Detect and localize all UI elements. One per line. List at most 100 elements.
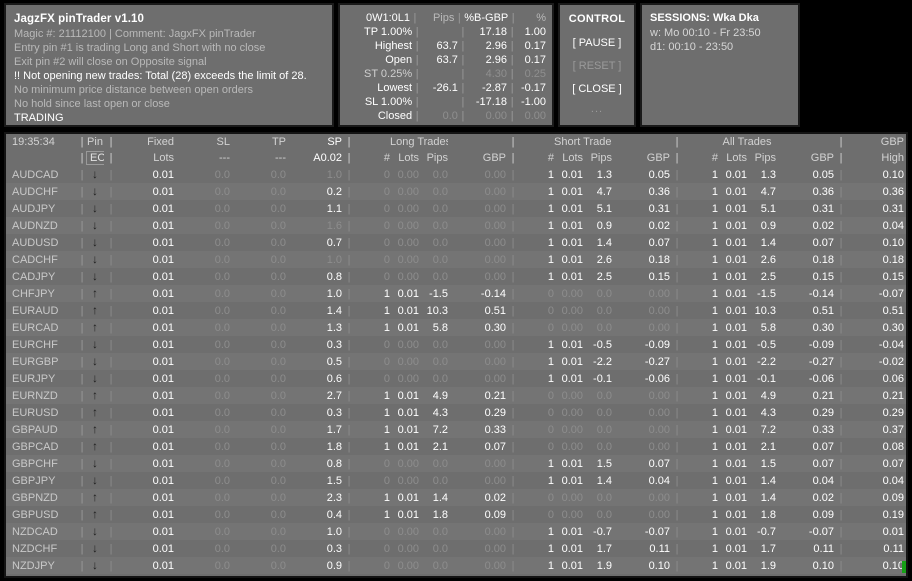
- arrow-up-icon[interactable]: ↑: [86, 404, 104, 421]
- short-count: 1: [547, 355, 554, 368]
- column-separator: |: [675, 525, 679, 538]
- arrow-down-icon[interactable]: ↓: [86, 251, 104, 268]
- table-row[interactable]: AUDNZD | ↓ | 0.01 0.0 0.0 1.6 | 0 0.00 0.0 0.00 | 1 0.0…: [6, 217, 906, 234]
- gbp-high: 0.06: [882, 372, 904, 385]
- short-gbp: 0.18: [648, 253, 670, 266]
- arrow-down-icon[interactable]: ↓: [86, 336, 104, 353]
- sessions-title: SESSIONS: Wka Dka: [650, 12, 759, 24]
- gbp-low: -0.21: [904, 421, 906, 438]
- table-row[interactable]: AUDCAD | ↓ | 0.01 0.0 0.0 1.0 | 0 0.00 0.0 0.00 | 1 0.0…: [6, 166, 906, 183]
- stop-loss: 0.0: [214, 457, 230, 470]
- stats-sep: |: [415, 110, 419, 122]
- table-row[interactable]: AUDUSD | ↓ | 0.01 0.0 0.0 0.7 | 0 0.00 0.0 0.00 | 1 0.0…: [6, 234, 906, 251]
- arrow-up-icon[interactable]: ↑: [86, 285, 104, 302]
- column-separator: |: [839, 508, 843, 521]
- arrow-down-icon[interactable]: ↓: [86, 540, 104, 557]
- all-pips: 4.3: [760, 406, 776, 419]
- all-lots: 0.01: [725, 236, 747, 249]
- arrow-down-icon[interactable]: ↓: [86, 268, 104, 285]
- arrow-down-icon[interactable]: ↓: [86, 353, 104, 370]
- short-count: 1: [547, 338, 554, 351]
- gbp-high: 0.09: [882, 491, 904, 504]
- arrow-up-icon[interactable]: ↑: [86, 438, 104, 455]
- table-row[interactable]: EURNZD | ↑ | 0.01 0.0 0.0 2.7 | 1 0.01 4.9 0.21 | 0 0.0…: [6, 387, 906, 404]
- arrow-up-icon[interactable]: ↑: [86, 302, 104, 319]
- arrow-down-icon[interactable]: ↓: [86, 370, 104, 387]
- stop-loss: 0.0: [174, 574, 230, 576]
- short-gbp: 0.10: [648, 559, 670, 572]
- column-separator: |: [670, 574, 684, 576]
- arrow-up-icon[interactable]: ↑: [86, 421, 104, 438]
- column-separator: |: [347, 542, 351, 555]
- column-separator: |: [109, 508, 113, 521]
- arrow-down-icon[interactable]: ↓: [86, 557, 104, 574]
- short-lots: 0.01: [554, 574, 583, 576]
- column-separator: |: [109, 152, 113, 164]
- table-row[interactable]: AUDCHF | ↓ | 0.01 0.0 0.0 0.2 | 0 0.00 0.0 0.00 | 1 0.0…: [6, 183, 906, 200]
- column-separator: |: [347, 338, 351, 351]
- pause-button[interactable]: [ PAUSE ]: [564, 36, 630, 50]
- spread: 0.3: [326, 542, 342, 555]
- column-separator: |: [834, 574, 848, 576]
- column-separator: |: [839, 253, 843, 266]
- arrow-up-icon[interactable]: ↑: [86, 387, 104, 404]
- table-row[interactable]: EURJPY | ↓ | 0.01 0.0 0.0 0.6 | 0 0.00 0.0 0.00 | 1 0.0…: [6, 370, 906, 387]
- table-row[interactable]: NZDCAD | ↓ | 0.01 0.0 0.0 1.0 | 0 0.00 0.0 0.00 | 1 0.0…: [6, 523, 906, 540]
- arrow-down-icon[interactable]: ↓: [86, 234, 104, 251]
- symbol-label: EURGBP: [12, 355, 59, 368]
- table-row[interactable]: GBPCHF | ↓ | 0.01 0.0 0.0 0.8 | 0 0.00 0.0 0.00 | 1 0.0…: [6, 455, 906, 472]
- column-separator: |: [109, 474, 113, 487]
- arrow-down-icon[interactable]: ↓: [86, 574, 104, 576]
- short-lots: 0.01: [561, 559, 583, 572]
- table-row[interactable]: EURCHF | ↓ | 0.01 0.0 0.0 0.3 | 0 0.00 0.0 0.00 | 1 0.0…: [6, 336, 906, 353]
- more-options-button[interactable]: ...: [564, 103, 630, 115]
- fixed-lots: 0.01: [152, 542, 174, 555]
- table-row[interactable]: GBPAUD | ↑ | 0.01 0.0 0.0 1.7 | 1 0.01 7.2 0.33 | 0 0.0…: [6, 421, 906, 438]
- gbp-high: -0.04: [878, 338, 904, 351]
- control-title: CONTROL: [568, 13, 626, 25]
- symbol-label: NZDJPY: [12, 559, 55, 572]
- long-gbp: 0.00: [484, 559, 506, 572]
- long-pips: 2.1: [432, 440, 448, 453]
- arrow-up-icon[interactable]: ↑: [86, 319, 104, 336]
- arrow-down-icon[interactable]: ↓: [86, 166, 104, 183]
- arrow-up-icon[interactable]: ↑: [86, 489, 104, 506]
- take-profit: 0.0: [270, 253, 286, 266]
- table-row[interactable]: GBPJPY | ↓ | 0.01 0.0 0.0 1.5 | 0 0.00 0.0 0.00 | 1 0.0…: [6, 472, 906, 489]
- table-row[interactable]: NZDUSD|↓|0.010.00.00.7|00.000.00.00|10.0…: [6, 574, 906, 576]
- column-separator: |: [839, 152, 843, 164]
- table-row[interactable]: EURGBP | ↓ | 0.01 0.0 0.0 0.5 | 0 0.00 0.0 0.00 | 1 0.0…: [6, 353, 906, 370]
- arrow-down-icon[interactable]: ↓: [86, 523, 104, 540]
- table-row[interactable]: GBPNZD | ↑ | 0.01 0.0 0.0 2.3 | 1 0.01 1.4 0.02 | 0 0.0…: [6, 489, 906, 506]
- spread: 1.0: [326, 525, 342, 538]
- symbol-label: GBPUSD: [12, 508, 59, 521]
- table-row[interactable]: CHFJPY | ↑ | 0.01 0.0 0.0 1.0 | 1 0.01 -1.5 -0.14 | 0 0…: [6, 285, 906, 302]
- spread: 1.0: [326, 168, 342, 181]
- close-button[interactable]: [ CLOSE ]: [564, 82, 630, 96]
- table-row[interactable]: EURUSD | ↑ | 0.01 0.0 0.0 0.3 | 1 0.01 4.3 0.29 | 0 0.0…: [6, 404, 906, 421]
- table-row[interactable]: NZDCHF | ↓ | 0.01 0.0 0.0 0.3 | 0 0.00 0.0 0.00 | 1 0.0…: [6, 540, 906, 557]
- arrow-down-icon[interactable]: ↓: [86, 200, 104, 217]
- arrow-down-icon[interactable]: ↓: [86, 183, 104, 200]
- table-row[interactable]: CADJPY | ↓ | 0.01 0.0 0.0 0.8 | 0 0.00 0.0 0.00 | 1 0.0…: [6, 268, 906, 285]
- all-pips: 2.5: [760, 270, 776, 283]
- pin-sep: |: [80, 525, 84, 538]
- take-profit: 0.0: [270, 202, 286, 215]
- long-gbp: 0.00: [484, 202, 506, 215]
- table-row[interactable]: EURAUD | ↑ | 0.01 0.0 0.0 1.4 | 1 0.01 10.3 0.51 | 0 0.…: [6, 302, 906, 319]
- trades-table-container[interactable]: 19:35:34 | Pin | Fixed SL TP SP | Long Trades | Sho…: [4, 132, 908, 578]
- arrow-up-icon[interactable]: ↑: [86, 506, 104, 523]
- reset-button[interactable]: [ RESET ]: [564, 59, 630, 73]
- short-gbp: -0.09: [644, 338, 670, 351]
- arrow-down-icon[interactable]: ↓: [86, 455, 104, 472]
- arrow-down-icon[interactable]: ↓: [86, 472, 104, 489]
- stats-sep: |: [461, 26, 465, 38]
- table-row[interactable]: GBPCAD | ↑ | 0.01 0.0 0.0 1.8 | 1 0.01 2.1 0.07 | 0 0.0…: [6, 438, 906, 455]
- spread: 1.3: [326, 321, 342, 334]
- table-row[interactable]: GBPUSD | ↑ | 0.01 0.0 0.0 0.4 | 1 0.01 1.8 0.09 | 0 0.0…: [6, 506, 906, 523]
- arrow-down-icon[interactable]: ↓: [86, 217, 104, 234]
- table-row[interactable]: NZDJPY | ↓ | 0.01 0.0 0.0 0.9 | 0 0.00 0.0 0.00 | 1 0.0…: [6, 557, 906, 574]
- table-row[interactable]: AUDJPY | ↓ | 0.01 0.0 0.0 1.1 | 0 0.00 0.0 0.00 | 1 0.0…: [6, 200, 906, 217]
- table-row[interactable]: EURCAD | ↑ | 0.01 0.0 0.0 1.3 | 1 0.01 5.8 0.30 | 0 0.0…: [6, 319, 906, 336]
- table-row[interactable]: CADCHF | ↓ | 0.01 0.0 0.0 1.0 | 0 0.00 0.0 0.00 | 1 0.0…: [6, 251, 906, 268]
